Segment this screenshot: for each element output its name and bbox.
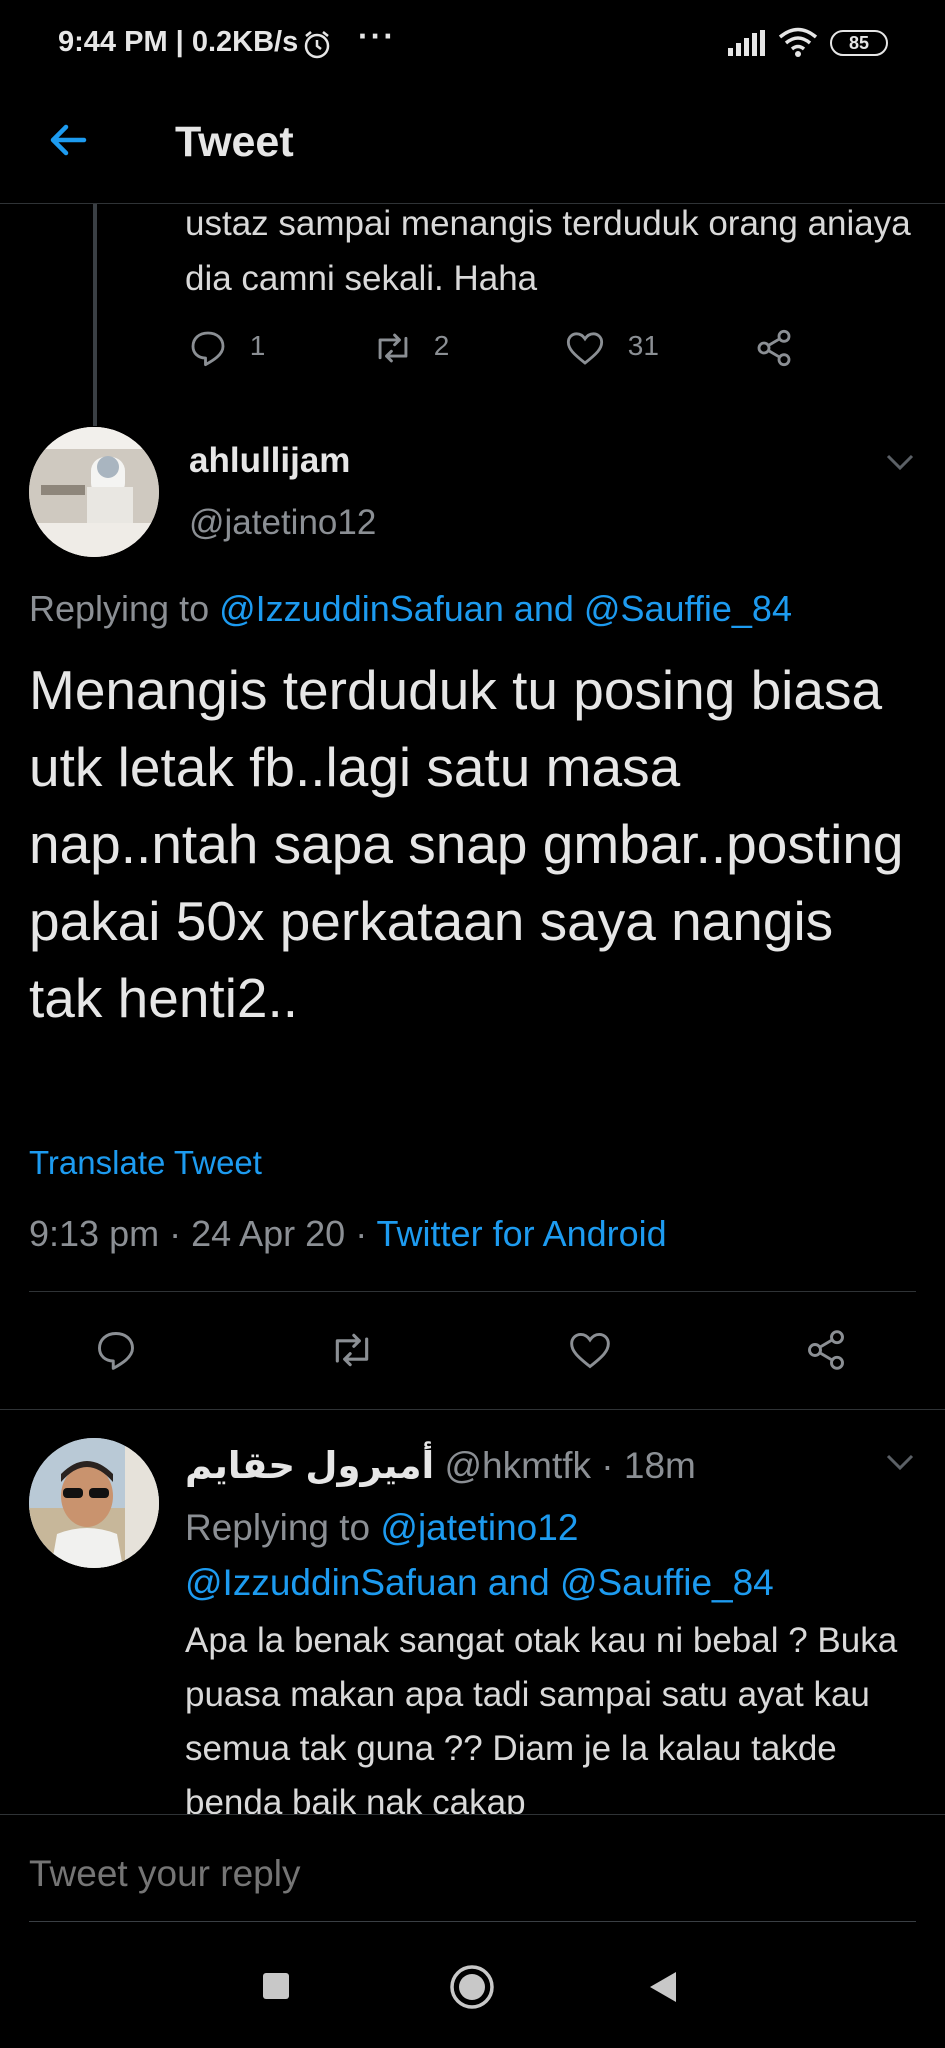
mention-link[interactable]: @jatetino12 [380, 1507, 578, 1548]
replying-to: Replying to @IzzuddinSafuan and @Sauffie… [29, 588, 792, 630]
mention-link[interactable]: @Sauffie_84 [560, 1562, 774, 1603]
tweet-text: Menangis terduduk tu posing biasa utk le… [29, 659, 904, 1029]
avatar[interactable] [29, 1438, 159, 1568]
back-nav-icon[interactable] [648, 1970, 678, 2004]
reply-icon [191, 331, 225, 367]
avatar-image [29, 1438, 159, 1568]
reply-input[interactable] [29, 1853, 909, 1895]
app-header: Tweet [0, 88, 945, 204]
author-name[interactable]: ahlullijam [189, 441, 350, 481]
signal-icon [728, 30, 765, 56]
page-title: Tweet [175, 118, 294, 166]
replying-to-label: Replying to [29, 588, 220, 629]
alarm-icon [304, 31, 330, 59]
reply-icon[interactable] [94, 1328, 138, 1372]
retweet-count: 2 [433, 330, 450, 362]
compose-bar [0, 1814, 945, 1924]
author-handle[interactable]: @hkmtfk [444, 1445, 591, 1486]
mention-link[interactable]: @IzzuddinSafuan [185, 1562, 478, 1603]
wifi-icon [778, 27, 818, 57]
divider [29, 1291, 916, 1292]
author-handle[interactable]: @jatetino12 [189, 503, 376, 543]
retweet-icon[interactable] [328, 1328, 376, 1372]
system-nav-bar [0, 1924, 945, 2048]
like-count: 31 [627, 330, 659, 362]
input-underline [29, 1921, 916, 1922]
reply-author-line: أميرول حقايم @hkmtfk · 18m [185, 1444, 696, 1487]
recent-apps-icon[interactable] [262, 1972, 290, 2000]
chevron-down-icon[interactable] [884, 450, 916, 474]
mention-link[interactable]: @IzzuddinSafuan [219, 588, 504, 629]
battery-indicator: 85 [830, 30, 888, 56]
replying-to: Replying to @jatetino12 @IzzuddinSafuan a… [185, 1500, 925, 1610]
more-status-icon: ··· [358, 18, 396, 54]
tweet-time: 9:13 pm · 24 Apr 20 · [29, 1213, 377, 1254]
previous-tweet-text: ustaz sampai menangis terduduk orang ani… [185, 204, 911, 298]
heart-icon[interactable] [566, 1328, 614, 1372]
share-action[interactable] [754, 328, 794, 368]
tweet-timestamp: 9:13 pm · 24 Apr 20 · Twitter for Androi… [29, 1213, 667, 1255]
replying-and: and [503, 588, 584, 629]
status-time: 9:44 PM | 0.2KB/s [58, 26, 299, 58]
status-bar: 9:44 PM | 0.2KB/s ··· 85 [0, 0, 945, 88]
reply-count: 1 [249, 330, 266, 362]
tweet-source-link[interactable]: Twitter for Android [377, 1213, 667, 1254]
thread-line [93, 204, 97, 426]
tweet-age: · 18m [591, 1445, 696, 1486]
replying-and: and [477, 1562, 560, 1603]
back-arrow-icon[interactable] [44, 116, 92, 164]
mention-link[interactable]: @Sauffie_84 [584, 588, 792, 629]
share-icon [757, 329, 791, 367]
like-action[interactable]: 31 [564, 328, 659, 368]
heart-icon [566, 332, 604, 365]
retweet-icon [378, 333, 408, 363]
translate-link[interactable]: Translate Tweet [29, 1144, 262, 1182]
avatar-image [29, 427, 159, 557]
home-icon[interactable] [449, 1964, 495, 2010]
reply-action[interactable]: 1 [188, 328, 265, 368]
avatar[interactable] [29, 427, 159, 557]
chevron-down-icon[interactable] [884, 1450, 916, 1474]
retweet-action[interactable]: 2 [372, 328, 449, 368]
reply-tweet-text: Apa la benak sangat otak kau ni bebal ? … [185, 1621, 898, 1814]
author-name[interactable]: أميرول حقايم [185, 1445, 434, 1486]
divider [0, 1409, 945, 1410]
share-icon[interactable] [804, 1328, 848, 1372]
replying-to-label: Replying to [185, 1507, 381, 1548]
